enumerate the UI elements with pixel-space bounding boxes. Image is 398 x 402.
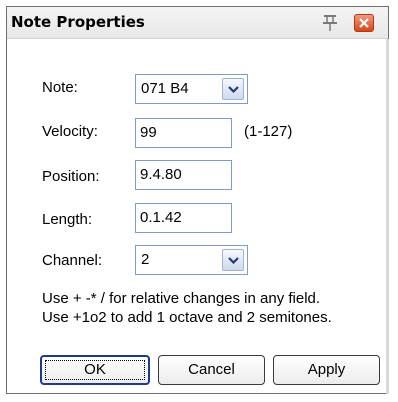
position-label: Position: bbox=[42, 168, 100, 185]
velocity-label: Velocity: bbox=[42, 123, 98, 140]
channel-dropdown-button[interactable] bbox=[222, 249, 244, 271]
window-edge bbox=[386, 39, 389, 394]
channel-label: Channel: bbox=[42, 252, 103, 269]
velocity-input[interactable]: 99 bbox=[135, 118, 232, 148]
apply-button-label: Apply bbox=[307, 361, 346, 378]
note-label: Note: bbox=[42, 79, 78, 96]
title-bar[interactable]: Note Properties bbox=[7, 7, 388, 39]
chevron-down-icon bbox=[228, 86, 239, 93]
velocity-range: (1-127) bbox=[244, 123, 293, 140]
pin-icon[interactable] bbox=[321, 13, 339, 33]
length-label: Length: bbox=[42, 211, 93, 228]
close-button[interactable] bbox=[354, 14, 374, 32]
length-input[interactable]: 0.1.42 bbox=[135, 203, 232, 233]
cancel-button[interactable]: Cancel bbox=[158, 355, 265, 385]
note-dropdown-button[interactable] bbox=[222, 78, 244, 100]
chevron-down-icon bbox=[228, 257, 239, 264]
channel-combobox[interactable]: 2 bbox=[135, 245, 248, 275]
channel-value: 2 bbox=[141, 251, 150, 268]
help-text-line-2: Use +1o2 to add 1 octave and 2 semitones… bbox=[42, 309, 332, 326]
help-text-line-1: Use + -* / for relative changes in any f… bbox=[42, 290, 321, 307]
apply-button[interactable]: Apply bbox=[273, 355, 380, 385]
cancel-button-label: Cancel bbox=[188, 361, 235, 378]
note-properties-dialog: Note Properties Note: 071 B4 Velocity: 9… bbox=[6, 6, 389, 394]
ok-button[interactable]: OK bbox=[40, 355, 150, 385]
position-input[interactable]: 9.4.80 bbox=[135, 160, 232, 190]
note-value: 071 B4 bbox=[141, 80, 189, 97]
close-icon bbox=[359, 18, 369, 28]
note-combobox[interactable]: 071 B4 bbox=[135, 74, 248, 104]
dialog-title: Note Properties bbox=[11, 13, 145, 31]
focus-rectangle bbox=[45, 360, 145, 380]
